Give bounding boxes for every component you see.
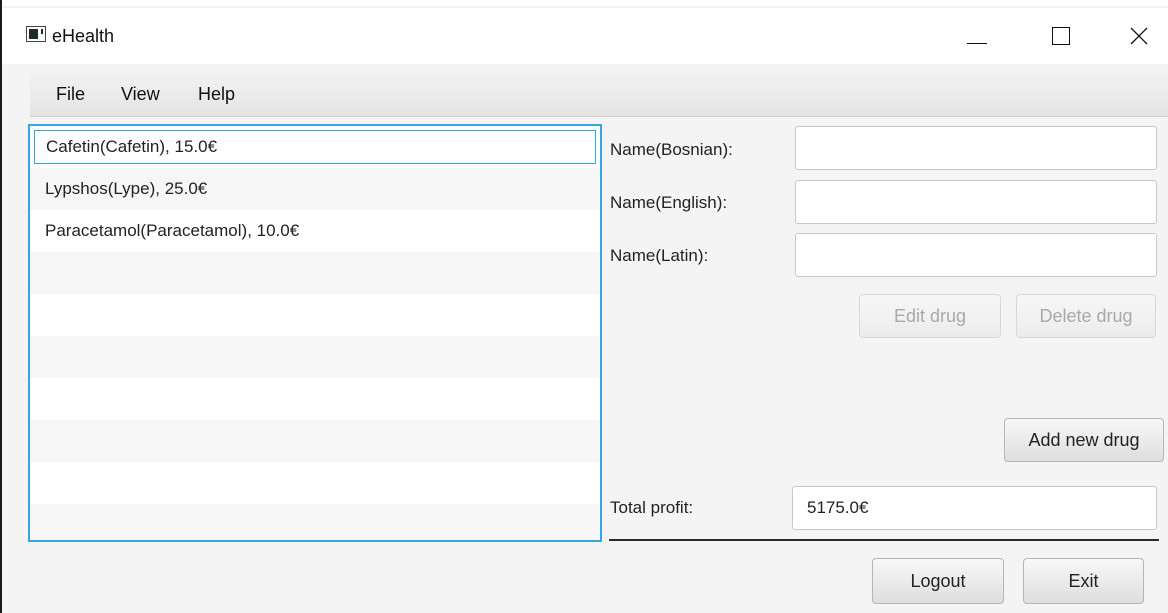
title-bar[interactable]: eHealth (2, 8, 1168, 64)
minimize-icon (967, 42, 987, 44)
drug-list-item[interactable]: Paracetamol(Paracetamol), 10.0€ (30, 210, 600, 252)
app-icon (26, 26, 46, 42)
maximize-button[interactable] (1036, 16, 1086, 56)
app-window: eHealth File View Help Cafetin(Cafetin),… (0, 0, 1168, 613)
name-english-field[interactable] (795, 180, 1157, 224)
name-bosnian-field[interactable] (795, 126, 1157, 170)
total-profit-field[interactable]: 5175.0€ (792, 486, 1157, 530)
drug-list-empty-row (30, 462, 600, 504)
drug-list-empty-row (30, 420, 600, 462)
menu-bar: File View Help (30, 72, 1168, 117)
separator (609, 539, 1159, 541)
name-latin-label: Name(Latin): (610, 246, 709, 265)
drug-list-empty-row (30, 294, 600, 336)
logout-button[interactable]: Logout (872, 558, 1004, 604)
exit-button[interactable]: Exit (1023, 558, 1144, 604)
menu-file[interactable]: File (56, 84, 85, 105)
menu-help[interactable]: Help (198, 84, 235, 105)
top-edge (2, 0, 1168, 6)
close-button[interactable] (1114, 16, 1164, 56)
add-new-drug-button[interactable]: Add new drug (1004, 418, 1164, 462)
drug-list[interactable]: Cafetin(Cafetin), 15.0€ Lypshos(Lype), 2… (28, 124, 602, 542)
drug-list-empty-row (30, 504, 600, 540)
maximize-icon (1052, 27, 1070, 45)
drug-list-empty-row (30, 252, 600, 294)
window-title: eHealth (52, 26, 115, 46)
drug-list-item-selected[interactable]: Cafetin(Cafetin), 15.0€ (34, 130, 596, 164)
total-profit-label: Total profit: (610, 498, 694, 517)
name-english-label: Name(English): (610, 193, 728, 212)
delete-drug-button[interactable]: Delete drug (1016, 294, 1156, 338)
drug-list-empty-row (30, 336, 600, 378)
name-bosnian-label: Name(Bosnian): (610, 140, 733, 159)
edit-drug-button[interactable]: Edit drug (859, 294, 1001, 338)
drug-list-item[interactable]: Lypshos(Lype), 25.0€ (30, 168, 600, 210)
menu-view[interactable]: View (121, 84, 160, 105)
drug-list-empty-row (30, 378, 600, 420)
close-icon (1130, 27, 1148, 45)
minimize-button[interactable] (952, 16, 1002, 56)
name-latin-field[interactable] (795, 233, 1157, 277)
